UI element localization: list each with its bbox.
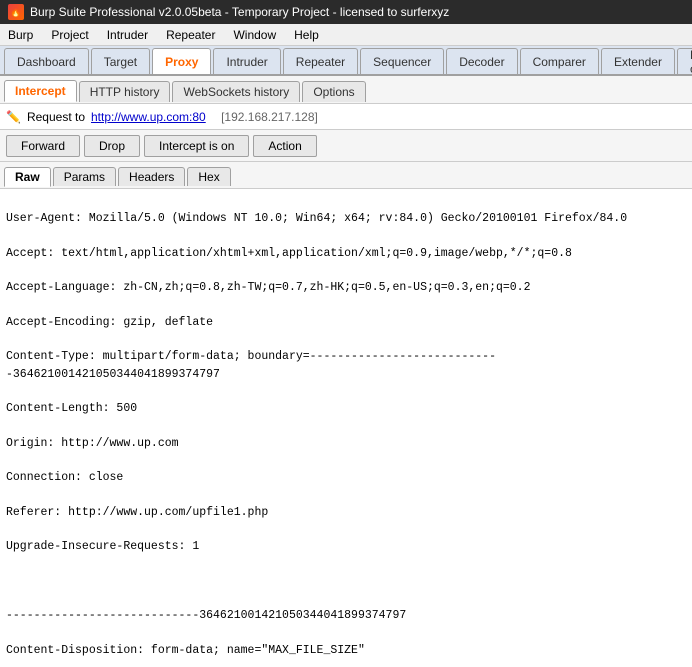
tab-target[interactable]: Target <box>91 48 150 74</box>
tab-sequencer[interactable]: Sequencer <box>360 48 444 74</box>
tab-decoder[interactable]: Decoder <box>446 48 517 74</box>
menu-window[interactable]: Window <box>229 26 280 44</box>
contenttab-hex[interactable]: Hex <box>187 167 230 186</box>
drop-button[interactable]: Drop <box>84 135 140 157</box>
app-icon: 🔥 <box>8 4 24 20</box>
tab-dashboard[interactable]: Dashboard <box>4 48 89 74</box>
title-text: Burp Suite Professional v2.0.05beta - Te… <box>30 5 449 19</box>
header-accept: Accept: text/html,application/xhtml+xml,… <box>6 247 572 260</box>
contenttab-params[interactable]: Params <box>53 167 116 186</box>
header-content-length: Content-Length: 500 <box>6 402 137 415</box>
contenttab-raw[interactable]: Raw <box>4 167 51 187</box>
header-accept-language: Accept-Language: zh-CN,zh;q=0.8,zh-TW;q=… <box>6 281 531 294</box>
edit-icon: ✏️ <box>6 110 21 124</box>
action-bar: Forward Drop Intercept is on Action <box>0 130 692 162</box>
header-content-type: Content-Type: multipart/form-data; bound… <box>6 350 496 380</box>
content-tabs: Raw Params Headers Hex <box>0 162 692 189</box>
subtab-http-history[interactable]: HTTP history <box>79 81 171 102</box>
request-url[interactable]: http://www.up.com:80 <box>91 110 206 124</box>
header-origin: Origin: http://www.up.com <box>6 437 179 450</box>
forward-button[interactable]: Forward <box>6 135 80 157</box>
tab-proxy[interactable]: Proxy <box>152 48 211 74</box>
request-label: Request to <box>27 110 85 124</box>
subtab-intercept[interactable]: Intercept <box>4 80 77 102</box>
menu-bar: Burp Project Intruder Repeater Window He… <box>0 24 692 46</box>
tab-repeater[interactable]: Repeater <box>283 48 358 74</box>
tab-comparer[interactable]: Comparer <box>520 48 599 74</box>
tab-project-options[interactable]: Project options <box>677 48 692 74</box>
separator1: ----------------------------364621001421… <box>6 609 406 622</box>
header-connection: Connection: close <box>6 471 123 484</box>
header-user-agent: User-Agent: Mozilla/5.0 (Windows NT 10.0… <box>6 212 627 225</box>
content-area[interactable]: User-Agent: Mozilla/5.0 (Windows NT 10.0… <box>0 189 692 667</box>
subtab-websockets-history[interactable]: WebSockets history <box>172 81 300 102</box>
content-disposition-1: Content-Disposition: form-data; name="MA… <box>6 644 365 657</box>
menu-project[interactable]: Project <box>47 26 92 44</box>
menu-help[interactable]: Help <box>290 26 323 44</box>
main-tabs: Dashboard Target Proxy Intruder Repeater… <box>0 46 692 76</box>
header-referer: Referer: http://www.up.com/upfile1.php <box>6 506 268 519</box>
menu-intruder[interactable]: Intruder <box>103 26 152 44</box>
action-button[interactable]: Action <box>253 135 316 157</box>
title-bar: 🔥 Burp Suite Professional v2.0.05beta - … <box>0 0 692 24</box>
header-upgrade: Upgrade-Insecure-Requests: 1 <box>6 540 199 553</box>
request-ip: [192.168.217.128] <box>221 110 318 124</box>
menu-burp[interactable]: Burp <box>4 26 37 44</box>
intercept-button[interactable]: Intercept is on <box>144 135 249 157</box>
menu-repeater[interactable]: Repeater <box>162 26 219 44</box>
sub-tabs: Intercept HTTP history WebSockets histor… <box>0 76 692 104</box>
tab-extender[interactable]: Extender <box>601 48 675 74</box>
request-info: ✏️ Request to http://www.up.com:80 [192.… <box>0 104 692 130</box>
tab-intruder[interactable]: Intruder <box>213 48 280 74</box>
contenttab-headers[interactable]: Headers <box>118 167 185 186</box>
subtab-options[interactable]: Options <box>302 81 365 102</box>
header-accept-encoding: Accept-Encoding: gzip, deflate <box>6 316 213 329</box>
request-separator <box>212 110 215 124</box>
